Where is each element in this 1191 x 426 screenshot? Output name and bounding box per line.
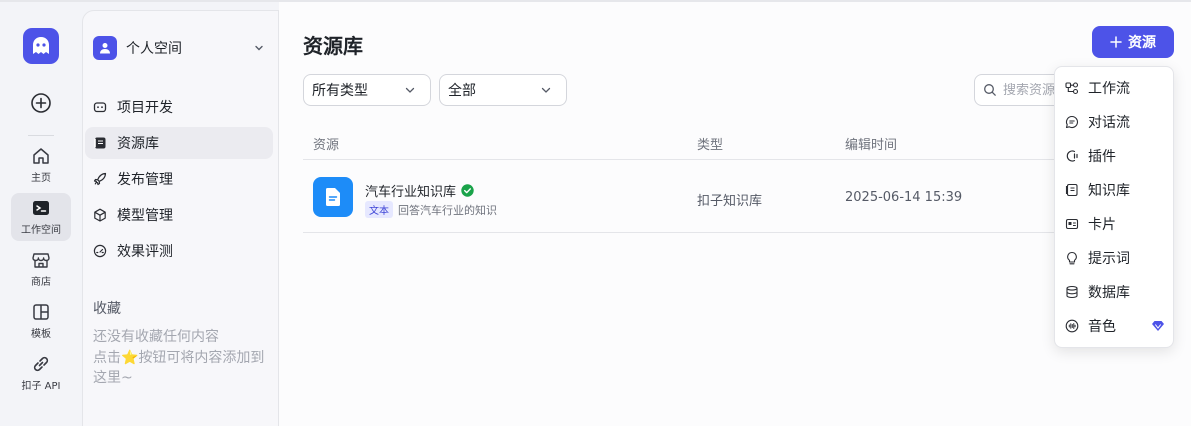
voice-icon — [1065, 319, 1079, 333]
favorites-hint-click: 点击 — [93, 349, 121, 366]
rail-item-template[interactable]: 模板 — [11, 297, 71, 345]
favorites-empty-hint: 还没有收藏任何内容 点击⭐按钮可将内容添加到这里~ — [93, 327, 277, 389]
left-rail: 主页 工作空间 商店 模板 扣子 API — [0, 2, 82, 426]
resource-title: 汽车行业知识库 — [365, 185, 457, 200]
column-header-resource: 资源 — [313, 138, 340, 153]
nav-item-projects[interactable]: 项目开发 — [85, 91, 273, 123]
menu-item-chatflow[interactable]: 对话流 — [1059, 106, 1169, 138]
type-filter-value: 所有类型 — [312, 83, 368, 99]
menu-item-prompt[interactable]: 提示词 — [1059, 242, 1169, 274]
resource-meta: 文本 回答汽车行业的知识 — [365, 201, 497, 218]
menu-item-label: 音色 — [1088, 319, 1116, 335]
favorites-title: 收藏 — [93, 301, 121, 317]
rail-item-label: 主页 — [31, 173, 51, 184]
nav-item-label: 发布管理 — [117, 172, 173, 188]
rail-item-workspace[interactable]: 工作空间 — [11, 193, 71, 241]
resource-description: 回答汽车行业的知识 — [398, 203, 497, 217]
menu-item-plugin[interactable]: 插件 — [1059, 140, 1169, 172]
menu-item-label: 对话流 — [1088, 115, 1130, 131]
menu-item-label: 数据库 — [1088, 285, 1130, 301]
chevron-down-icon — [405, 87, 415, 93]
prompt-icon — [1067, 251, 1077, 265]
ghost-logo-icon — [33, 37, 49, 54]
link-icon — [33, 356, 49, 372]
verified-check-icon — [461, 184, 474, 197]
resource-edited-time: 2025-06-14 15:39 — [845, 190, 963, 205]
menu-item-card[interactable]: 卡片 — [1059, 208, 1169, 240]
resource-name: 汽车行业知识库 — [365, 181, 474, 200]
menu-item-label: 卡片 — [1088, 217, 1116, 233]
chatflow-icon — [1065, 115, 1079, 129]
space-name: 个人空间 — [126, 41, 182, 57]
scope-filter-select[interactable]: 全部 — [439, 74, 567, 106]
store-icon — [32, 253, 50, 268]
database-icon — [1066, 285, 1078, 299]
card-icon — [1065, 218, 1079, 230]
table-row[interactable]: 汽车行业知识库 文本 回答汽车行业的知识 扣子知识库 2025-06-14 15… — [303, 161, 1173, 233]
menu-item-label: 插件 — [1088, 149, 1116, 165]
menu-item-label: 知识库 — [1088, 183, 1130, 199]
plugin-icon — [1066, 150, 1078, 162]
workspace-sidebar: 个人空间 项目开发 资源库 发布管理 模型管理 效果评测 收藏 还没有收藏任何内… — [82, 10, 279, 426]
menu-item-label: 提示词 — [1088, 251, 1130, 267]
menu-item-workflow[interactable]: 工作流 — [1059, 72, 1169, 104]
add-resource-menu: 工作流 对话流 插件 知识库 卡片 提示词 数据库 音色 — [1054, 66, 1174, 348]
star-icon: ⭐ — [121, 349, 139, 366]
nav-item-library[interactable]: 资源库 — [85, 127, 273, 159]
rail-item-store[interactable]: 商店 — [11, 245, 71, 293]
nav-item-label: 模型管理 — [117, 208, 173, 224]
user-icon — [100, 43, 110, 54]
column-header-type: 类型 — [697, 138, 724, 153]
home-icon — [33, 148, 49, 164]
document-icon — [313, 177, 353, 217]
resource-tag: 文本 — [365, 201, 393, 218]
nav-item-label: 资源库 — [117, 136, 159, 152]
chevron-down-icon — [541, 87, 551, 93]
menu-item-database[interactable]: 数据库 — [1059, 276, 1169, 308]
menu-item-knowledge[interactable]: 知识库 — [1059, 174, 1169, 206]
menu-item-voice[interactable]: 音色 — [1059, 310, 1169, 342]
space-switcher[interactable]: 个人空间 — [93, 35, 271, 61]
library-icon — [94, 137, 106, 149]
plus-icon — [1110, 36, 1122, 48]
add-resource-label: 资源 — [1128, 35, 1156, 51]
app-logo[interactable] — [23, 28, 59, 64]
type-filter-select[interactable]: 所有类型 — [303, 74, 431, 106]
page-title: 资源库 — [303, 34, 363, 58]
robot-icon — [93, 102, 107, 113]
nav-item-label: 项目开发 — [117, 100, 173, 116]
rail-divider — [28, 135, 54, 136]
rail-item-label: 扣子 API — [21, 381, 61, 392]
add-resource-button[interactable]: 资源 — [1092, 26, 1174, 58]
workflow-icon — [1065, 82, 1079, 95]
rail-item-home[interactable]: 主页 — [11, 141, 71, 189]
create-plus-icon[interactable] — [30, 92, 52, 114]
menu-item-label: 工作流 — [1088, 81, 1130, 97]
cube-icon — [94, 208, 106, 222]
space-avatar — [93, 36, 117, 60]
scope-filter-value: 全部 — [448, 83, 476, 99]
nav-item-models[interactable]: 模型管理 — [85, 199, 273, 231]
column-header-edited: 编辑时间 — [845, 138, 898, 153]
search-icon — [984, 84, 996, 96]
premium-diamond-icon — [1152, 321, 1164, 331]
nav-item-publish[interactable]: 发布管理 — [85, 163, 273, 195]
rail-item-api[interactable]: 扣子 API — [11, 349, 71, 397]
knowledge-icon — [1065, 183, 1078, 197]
gauge-icon — [93, 244, 107, 258]
chevron-down-icon — [255, 45, 263, 51]
rail-item-label: 模板 — [31, 329, 51, 340]
rocket-icon — [93, 172, 107, 186]
favorites-hint-line: 还没有收藏任何内容 — [93, 329, 219, 345]
table-header: 资源 类型 编辑时间 — [303, 128, 1173, 160]
rail-item-label: 商店 — [31, 277, 51, 288]
terminal-icon — [33, 201, 49, 215]
resource-type: 扣子知识库 — [697, 194, 763, 209]
nav-item-label: 效果评测 — [117, 244, 173, 260]
template-icon — [33, 304, 49, 320]
nav-item-evaluation[interactable]: 效果评测 — [85, 235, 273, 267]
rail-item-label: 工作空间 — [21, 225, 61, 236]
